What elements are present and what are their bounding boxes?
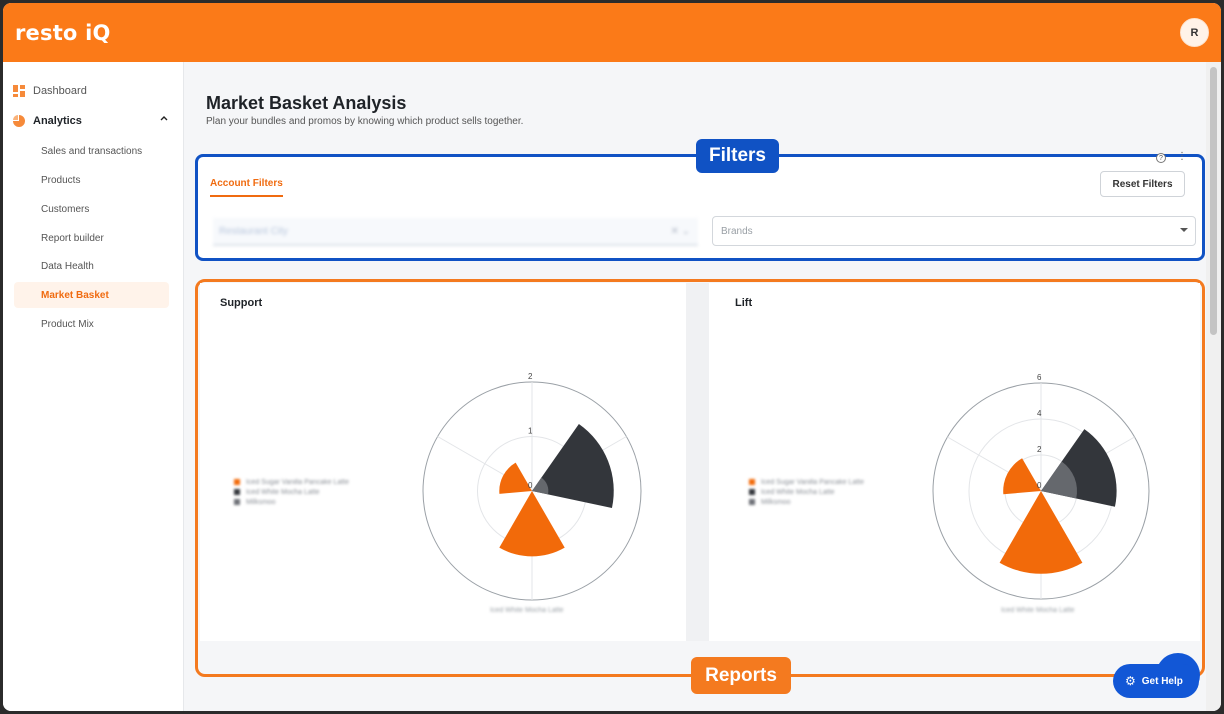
radial-tick-label: 4 bbox=[1037, 409, 1042, 418]
radial-tick-label: 0 bbox=[1037, 481, 1042, 490]
page-title: Market Basket Analysis bbox=[206, 93, 407, 113]
app-window: resto iQ R Dashboard Analytics Sales and… bbox=[3, 3, 1221, 711]
top-bar: resto iQ R bbox=[3, 3, 1221, 62]
sidebar-item-product-mix[interactable]: Product Mix bbox=[14, 311, 169, 337]
sidebar-item-market-basket[interactable]: Market Basket bbox=[14, 282, 169, 308]
brands-placeholder: Brands bbox=[721, 225, 753, 237]
radial-tick-label: 6 bbox=[1037, 373, 1042, 382]
sidebar-item-products[interactable]: Products bbox=[14, 167, 169, 193]
sidebar-item-label: Dashboard bbox=[33, 85, 87, 97]
sidebar-item-dashboard[interactable]: Dashboard bbox=[13, 80, 173, 102]
user-avatar[interactable]: R bbox=[1180, 18, 1209, 47]
lift-chart-panel: Lift Iced Sugar Vanilla Pancake Latte Ic… bbox=[709, 283, 1200, 641]
polar-sector[interactable] bbox=[532, 424, 614, 508]
get-help-label: Get Help bbox=[1141, 675, 1183, 687]
dashboard-icon bbox=[13, 85, 25, 97]
lift-polar-chart: 0 2 4 6 bbox=[932, 373, 1150, 600]
radial-tick-label: 1 bbox=[528, 427, 533, 436]
axis-category-label: Iced White Mocha Latte bbox=[490, 607, 564, 614]
location-select-value: Restaurant City bbox=[219, 225, 288, 237]
clear-chevron-icon[interactable]: ✕ ⌄ bbox=[670, 226, 690, 237]
caret-down-icon[interactable] bbox=[1179, 226, 1189, 236]
polar-sector[interactable] bbox=[999, 491, 1083, 574]
pie-chart-icon bbox=[13, 115, 25, 127]
brands-select[interactable]: Brands bbox=[712, 216, 1196, 246]
polar-sector[interactable] bbox=[499, 491, 565, 557]
radial-tick-label: 2 bbox=[1037, 445, 1042, 454]
reports-annotation-label: Reports bbox=[691, 657, 791, 694]
scrollbar-thumb[interactable] bbox=[1210, 67, 1217, 335]
chevron-up-icon[interactable] bbox=[159, 113, 169, 126]
sidebar-item-label: Analytics bbox=[33, 115, 82, 127]
sidebar: Dashboard Analytics Sales and transactio… bbox=[3, 62, 184, 711]
sidebar-item-analytics[interactable]: Analytics bbox=[13, 110, 173, 132]
help-icon[interactable]: ? bbox=[1156, 153, 1166, 163]
axis-category-label: Iced White Mocha Latte bbox=[1001, 607, 1075, 614]
sidebar-item-report-builder[interactable]: Report builder bbox=[14, 225, 169, 251]
panel-divider bbox=[686, 283, 709, 641]
filters-annotation-label: Filters bbox=[696, 139, 779, 173]
sidebar-item-data-health[interactable]: Data Health bbox=[14, 253, 169, 279]
gear-icon: ⚙ bbox=[1125, 674, 1136, 688]
page-scrollbar[interactable] bbox=[1206, 62, 1221, 711]
radial-tick-label: 2 bbox=[528, 372, 533, 381]
support-chart-panel: Support Iced Sugar Vanilla Pancake Latte… bbox=[200, 283, 686, 641]
tab-account-filters[interactable]: Account Filters bbox=[210, 178, 283, 197]
polar-sector[interactable] bbox=[1041, 429, 1117, 507]
location-select[interactable]: Restaurant City ✕ ⌄ bbox=[213, 218, 698, 246]
more-options-icon[interactable]: ⋮ bbox=[1177, 151, 1187, 162]
polar-sector[interactable] bbox=[1003, 458, 1041, 495]
page-subtitle: Plan your bundles and promos by knowing … bbox=[206, 116, 524, 127]
app-logo[interactable]: resto iQ bbox=[15, 21, 111, 45]
radial-tick-label: 0 bbox=[528, 481, 533, 490]
sidebar-item-customers[interactable]: Customers bbox=[14, 196, 169, 222]
get-help-button[interactable]: ⚙ Get Help bbox=[1113, 664, 1199, 698]
sidebar-item-sales[interactable]: Sales and transactions bbox=[14, 138, 169, 164]
support-polar-chart: 0 1 2 bbox=[422, 372, 642, 601]
reset-filters-button[interactable]: Reset Filters bbox=[1100, 171, 1185, 197]
